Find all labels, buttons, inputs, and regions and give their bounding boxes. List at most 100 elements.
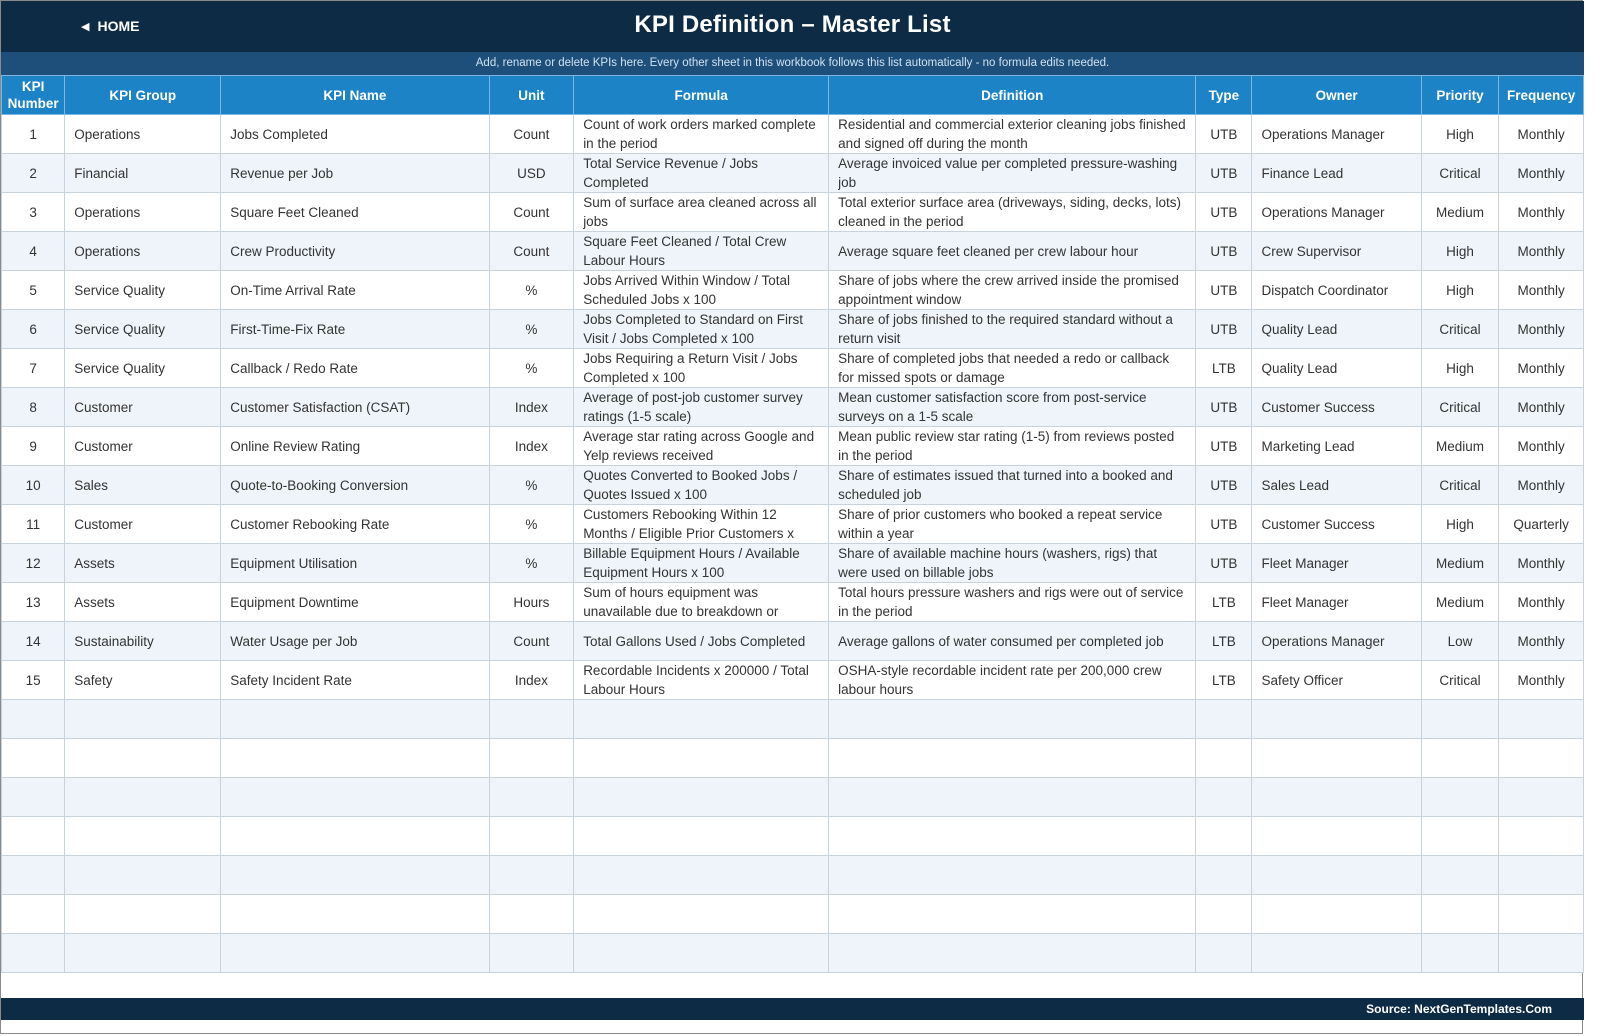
definition-cell[interactable]: Mean public review star rating (1-5) fro…: [828, 426, 1197, 466]
type-cell[interactable]: UTB: [1195, 426, 1253, 466]
unit-cell[interactable]: Count: [488, 231, 575, 271]
empty-cell[interactable]: [1420, 699, 1500, 739]
type-cell[interactable]: UTB: [1195, 153, 1253, 193]
empty-cell[interactable]: [1195, 894, 1253, 934]
priority-cell[interactable]: Medium: [1420, 543, 1500, 583]
empty-cell[interactable]: [573, 855, 830, 895]
owner-cell[interactable]: Customer Success: [1251, 504, 1422, 544]
kpi-group-cell[interactable]: Sustainability: [64, 621, 222, 661]
formula-cell[interactable]: Jobs Completed to Standard on First Visi…: [573, 309, 830, 349]
unit-cell[interactable]: Count: [488, 114, 575, 154]
frequency-cell[interactable]: Monthly: [1498, 543, 1584, 583]
owner-cell[interactable]: Fleet Manager: [1251, 543, 1422, 583]
type-cell[interactable]: UTB: [1195, 465, 1253, 505]
frequency-cell[interactable]: Monthly: [1498, 270, 1584, 310]
kpi-group-cell[interactable]: Operations: [64, 192, 222, 232]
kpi-name-cell[interactable]: Quote-to-Booking Conversion: [220, 465, 490, 505]
empty-cell[interactable]: [573, 894, 830, 934]
empty-cell[interactable]: [573, 738, 830, 778]
frequency-cell[interactable]: Monthly: [1498, 153, 1584, 193]
formula-cell[interactable]: Sum of hours equipment was unavailable d…: [573, 582, 830, 622]
owner-cell[interactable]: Marketing Lead: [1251, 426, 1422, 466]
kpi-name-cell[interactable]: Square Feet Cleaned: [220, 192, 490, 232]
empty-cell[interactable]: [1420, 738, 1500, 778]
frequency-cell[interactable]: Monthly: [1498, 660, 1584, 700]
owner-cell[interactable]: Sales Lead: [1251, 465, 1422, 505]
definition-cell[interactable]: Share of jobs finished to the required s…: [828, 309, 1197, 349]
empty-cell[interactable]: [828, 777, 1197, 817]
empty-cell[interactable]: [1195, 699, 1253, 739]
unit-cell[interactable]: Count: [488, 621, 575, 661]
priority-cell[interactable]: High: [1420, 231, 1500, 271]
kpi-name-cell[interactable]: Jobs Completed: [220, 114, 490, 154]
kpi-number-cell[interactable]: 7: [0, 348, 66, 388]
type-cell[interactable]: UTB: [1195, 192, 1253, 232]
empty-cell[interactable]: [573, 699, 830, 739]
empty-cell[interactable]: [0, 933, 66, 973]
kpi-name-cell[interactable]: On-Time Arrival Rate: [220, 270, 490, 310]
kpi-number-cell[interactable]: 11: [0, 504, 66, 544]
empty-cell[interactable]: [220, 933, 490, 973]
priority-cell[interactable]: Critical: [1420, 660, 1500, 700]
empty-cell[interactable]: [0, 699, 66, 739]
formula-cell[interactable]: Customers Rebooking Within 12 Months / E…: [573, 504, 830, 544]
owner-cell[interactable]: Operations Manager: [1251, 621, 1422, 661]
empty-cell[interactable]: [573, 933, 830, 973]
empty-cell[interactable]: [220, 816, 490, 856]
empty-cell[interactable]: [1498, 738, 1584, 778]
frequency-cell[interactable]: Monthly: [1498, 582, 1584, 622]
col-header-unit[interactable]: Unit: [488, 75, 575, 115]
priority-cell[interactable]: Medium: [1420, 192, 1500, 232]
type-cell[interactable]: UTB: [1195, 504, 1253, 544]
kpi-name-cell[interactable]: Equipment Utilisation: [220, 543, 490, 583]
formula-cell[interactable]: Square Feet Cleaned / Total Crew Labour …: [573, 231, 830, 271]
formula-cell[interactable]: Recordable Incidents x 200000 / Total La…: [573, 660, 830, 700]
owner-cell[interactable]: Fleet Manager: [1251, 582, 1422, 622]
frequency-cell[interactable]: Monthly: [1498, 192, 1584, 232]
kpi-name-cell[interactable]: Online Review Rating: [220, 426, 490, 466]
kpi-number-cell[interactable]: 15: [0, 660, 66, 700]
owner-cell[interactable]: Finance Lead: [1251, 153, 1422, 193]
kpi-group-cell[interactable]: Customer: [64, 387, 222, 427]
kpi-group-cell[interactable]: Operations: [64, 231, 222, 271]
kpi-name-cell[interactable]: Customer Rebooking Rate: [220, 504, 490, 544]
empty-cell[interactable]: [828, 933, 1197, 973]
formula-cell[interactable]: Average of post-job customer survey rati…: [573, 387, 830, 427]
empty-cell[interactable]: [573, 777, 830, 817]
owner-cell[interactable]: Safety Officer: [1251, 660, 1422, 700]
kpi-name-cell[interactable]: Crew Productivity: [220, 231, 490, 271]
kpi-group-cell[interactable]: Safety: [64, 660, 222, 700]
empty-cell[interactable]: [1498, 894, 1584, 934]
priority-cell[interactable]: Critical: [1420, 309, 1500, 349]
priority-cell[interactable]: High: [1420, 504, 1500, 544]
empty-cell[interactable]: [1420, 933, 1500, 973]
kpi-number-cell[interactable]: 10: [0, 465, 66, 505]
empty-cell[interactable]: [1195, 855, 1253, 895]
empty-cell[interactable]: [488, 777, 575, 817]
empty-cell[interactable]: [1498, 699, 1584, 739]
empty-cell[interactable]: [1251, 777, 1422, 817]
type-cell[interactable]: UTB: [1195, 270, 1253, 310]
unit-cell[interactable]: Count: [488, 192, 575, 232]
empty-cell[interactable]: [0, 777, 66, 817]
empty-cell[interactable]: [828, 894, 1197, 934]
empty-cell[interactable]: [64, 777, 222, 817]
empty-cell[interactable]: [64, 933, 222, 973]
unit-cell[interactable]: Index: [488, 426, 575, 466]
unit-cell[interactable]: %: [488, 504, 575, 544]
priority-cell[interactable]: Medium: [1420, 426, 1500, 466]
empty-cell[interactable]: [1195, 816, 1253, 856]
empty-cell[interactable]: [1251, 699, 1422, 739]
kpi-number-cell[interactable]: 6: [0, 309, 66, 349]
empty-cell[interactable]: [1251, 816, 1422, 856]
unit-cell[interactable]: Hours: [488, 582, 575, 622]
frequency-cell[interactable]: Quarterly: [1498, 504, 1584, 544]
kpi-name-cell[interactable]: First-Time-Fix Rate: [220, 309, 490, 349]
frequency-cell[interactable]: Monthly: [1498, 231, 1584, 271]
empty-cell[interactable]: [64, 855, 222, 895]
definition-cell[interactable]: Average invoiced value per completed pre…: [828, 153, 1197, 193]
kpi-name-cell[interactable]: Water Usage per Job: [220, 621, 490, 661]
empty-cell[interactable]: [488, 816, 575, 856]
priority-cell[interactable]: Critical: [1420, 465, 1500, 505]
priority-cell[interactable]: Medium: [1420, 582, 1500, 622]
